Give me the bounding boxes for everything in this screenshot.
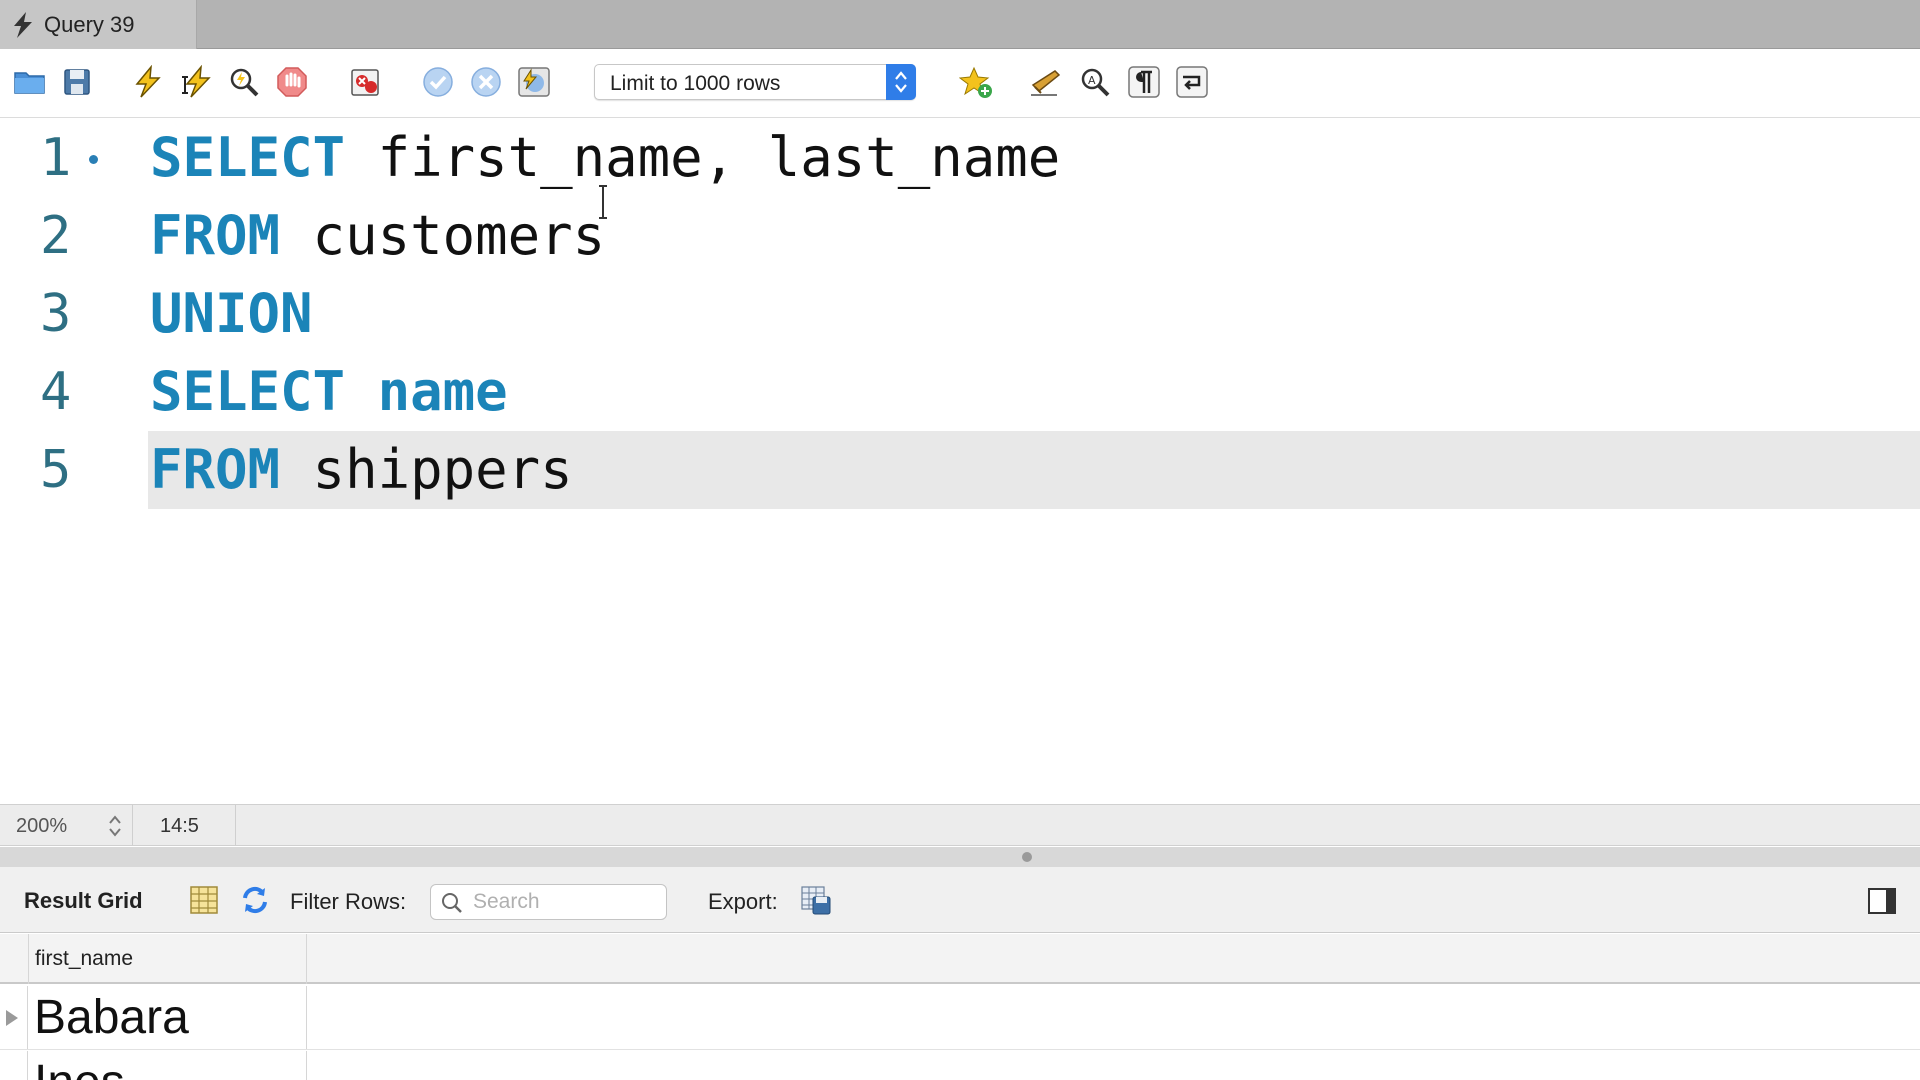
search-input[interactable] xyxy=(473,889,658,915)
table-row[interactable]: Ines xyxy=(0,1051,1920,1080)
svg-text:A: A xyxy=(1088,74,1096,87)
text-cursor-icon xyxy=(599,185,607,219)
export-icon[interactable] xyxy=(800,884,832,916)
code-line[interactable]: 4 SELECT name xyxy=(0,356,1920,434)
open-file-button[interactable] xyxy=(12,64,48,100)
tab-query[interactable]: Query 39 xyxy=(0,0,197,49)
stop-icon xyxy=(277,67,307,97)
search-icon xyxy=(442,893,462,913)
grid-columns-icon[interactable] xyxy=(188,884,220,916)
code-text: FROM customers xyxy=(150,204,606,267)
side-panel-toggle-icon[interactable] xyxy=(1868,888,1896,914)
limit-rows-value: Limit to 1000 rows xyxy=(610,72,781,95)
export-label: Export: xyxy=(708,889,778,914)
invisible-chars-button[interactable] xyxy=(1126,64,1162,100)
line-number: 1 xyxy=(40,128,72,188)
panel-splitter[interactable] xyxy=(0,847,1920,867)
code-line[interactable]: 3 UNION xyxy=(0,278,1920,356)
column-header-label: first_name xyxy=(35,947,134,970)
cursor-position: 14:5 xyxy=(134,805,236,846)
line-number: 3 xyxy=(40,284,72,344)
stop-button[interactable] xyxy=(274,64,310,100)
result-grid-title: Result Grid xyxy=(24,888,143,913)
code-text: SELECT first_name, last_name xyxy=(150,126,1061,189)
statement-marker-icon xyxy=(89,155,98,164)
word-wrap-button[interactable] xyxy=(1174,64,1210,100)
zoom-level: 200% xyxy=(16,815,68,837)
code-line[interactable]: 5 FROM shippers xyxy=(0,434,1920,512)
commit-button[interactable] xyxy=(420,64,456,100)
bolt-icon xyxy=(14,11,32,38)
toggle-error-icon xyxy=(351,69,379,96)
filter-rows-label: Filter Rows: xyxy=(290,889,407,914)
column-header-first-name[interactable]: first_name xyxy=(28,934,307,984)
row-pointer-icon xyxy=(6,1010,18,1026)
table-cell[interactable]: Babara xyxy=(28,986,307,1049)
line-number: 5 xyxy=(40,440,72,500)
open-file-icon xyxy=(14,72,45,94)
filter-rows-search[interactable] xyxy=(430,884,667,920)
code-text: FROM shippers xyxy=(150,438,573,501)
find-button[interactable]: A xyxy=(1077,64,1113,100)
table-cell[interactable]: Ines xyxy=(28,1051,307,1080)
cursor-position-value: 14:5 xyxy=(160,815,199,837)
code-text: SELECT name xyxy=(150,360,508,423)
execute-icon xyxy=(135,65,161,98)
select-arrows-icon xyxy=(886,64,916,100)
result-toolbar: Result Grid Filter Rows: Export: xyxy=(0,867,1920,933)
add-snippet-button[interactable] xyxy=(958,64,994,100)
rollback-button[interactable] xyxy=(468,64,504,100)
sql-editor[interactable]: 1 SELECT first_name, last_name 2 FROM cu… xyxy=(0,119,1920,804)
autocommit-icon xyxy=(518,67,550,97)
word-wrap-icon xyxy=(1176,66,1208,98)
tab-title: Query 39 xyxy=(44,11,135,37)
row-gutter[interactable] xyxy=(0,1051,28,1080)
code-line[interactable]: 1 SELECT first_name, last_name xyxy=(0,122,1920,200)
sql-toolbar: Limit to 1000 rows A xyxy=(0,50,1920,118)
beautify-button[interactable] xyxy=(1028,64,1064,100)
find-icon: A xyxy=(1081,68,1110,97)
beautify-icon xyxy=(1031,70,1061,96)
execute-current-icon xyxy=(182,65,211,98)
result-grid[interactable]: first_name Babara Ines xyxy=(0,934,1920,1080)
explain-button[interactable] xyxy=(226,64,262,100)
refresh-icon[interactable] xyxy=(239,884,271,916)
table-row[interactable]: Babara xyxy=(0,986,1920,1050)
zoom-stepper[interactable]: 200% xyxy=(0,805,133,846)
explain-icon xyxy=(230,68,259,97)
row-gutter[interactable] xyxy=(0,986,28,1049)
autocommit-button[interactable] xyxy=(516,64,552,100)
limit-rows-select[interactable]: Limit to 1000 rows xyxy=(594,64,916,100)
grid-header: first_name xyxy=(0,934,1920,984)
editor-status-bar: 200% 14:5 xyxy=(0,804,1920,846)
tab-bar: Query 39 xyxy=(0,0,1920,49)
add-snippet-icon xyxy=(959,66,992,98)
invisible-chars-icon xyxy=(1128,66,1160,98)
code-line[interactable]: 2 FROM customers xyxy=(0,200,1920,278)
rollback-icon xyxy=(471,67,501,97)
save-button[interactable] xyxy=(59,64,95,100)
toggle-error-button[interactable] xyxy=(348,64,384,100)
execute-current-button[interactable] xyxy=(178,64,214,100)
stepper-arrows-icon[interactable] xyxy=(106,812,124,840)
save-icon xyxy=(64,69,90,95)
code-text: UNION xyxy=(150,282,313,345)
commit-icon xyxy=(423,67,453,97)
line-number: 4 xyxy=(40,362,72,422)
execute-button[interactable] xyxy=(130,64,166,100)
line-number: 2 xyxy=(40,206,72,266)
splitter-handle-icon[interactable] xyxy=(1022,852,1032,862)
